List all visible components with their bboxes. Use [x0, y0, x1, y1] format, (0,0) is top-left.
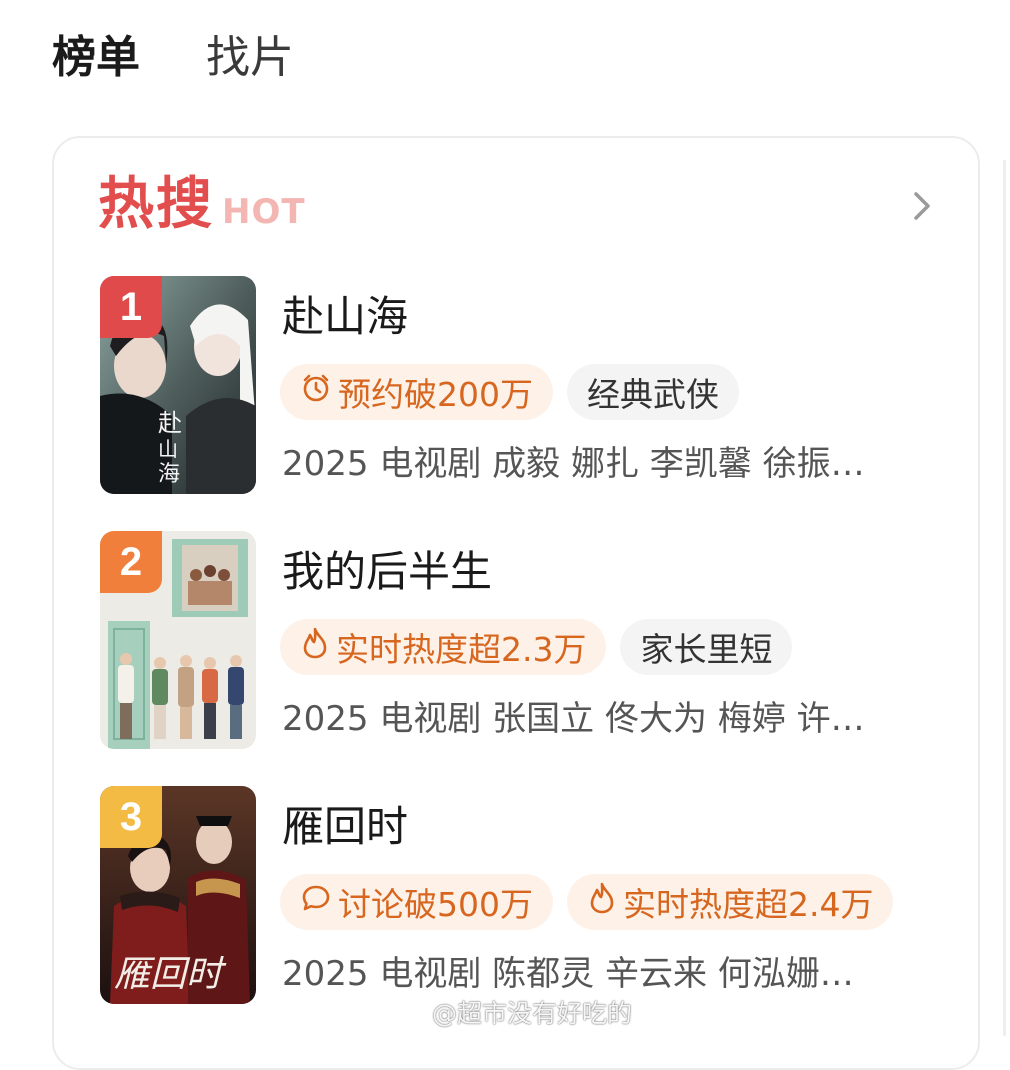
tag-list: 预约破200万 经典武侠: [280, 364, 739, 420]
tab-ranking[interactable]: 榜单: [52, 30, 140, 86]
item-meta: 2025 电视剧 陈都灵 辛云来 何泓姗…: [282, 954, 854, 994]
item-meta: 2025 电视剧 张国立 佟大为 梅婷 许…: [282, 699, 865, 739]
hot-search-card: 热搜 HOT 赴 山 海 1 赴山海 预约破200万 经典武侠 2025 电视剧…: [52, 136, 980, 1070]
tag-genre: 经典武侠: [567, 364, 739, 420]
list-item[interactable]: 雁回时 3 雁回时 讨论破500万 实时热度超2.4万 2025 电视剧 陈都灵…: [100, 786, 930, 1006]
svg-text:山: 山: [158, 437, 178, 461]
section-title-sub: HOT: [222, 192, 306, 232]
tag-text: 实时热度超2.4万: [623, 885, 874, 924]
tag-heat: 实时热度超2.3万: [280, 619, 607, 675]
list-item[interactable]: 生 2 我的后半生 实时热度超2.3万 家长里短 2025 电视剧 张国立 佟大…: [100, 531, 930, 751]
list-item[interactable]: 赴 山 海 1 赴山海 预约破200万 经典武侠 2025 电视剧 成毅 娜扎 …: [100, 276, 930, 496]
tag-reservations: 预约破200万: [280, 364, 553, 420]
section-title: 热搜: [98, 172, 214, 237]
tag-discussion: 讨论破500万: [280, 874, 553, 930]
flame-icon: [300, 627, 336, 667]
tab-find-shows[interactable]: 找片: [206, 30, 294, 86]
svg-text:赴: 赴: [158, 409, 182, 437]
item-title[interactable]: 雁回时: [282, 800, 408, 854]
tag-text: 家长里短: [640, 630, 773, 669]
rank-badge: 3: [100, 786, 162, 848]
rank-badge: 1: [100, 276, 162, 338]
poster-image[interactable]: 生 2: [100, 531, 256, 749]
svg-text:海: 海: [158, 462, 180, 487]
item-title[interactable]: 我的后半生: [282, 545, 492, 599]
alarm-clock-icon: [300, 372, 338, 412]
poster-image[interactable]: 雁回时 3: [100, 786, 256, 1004]
flame-icon: [587, 882, 623, 922]
tag-text: 实时热度超2.3万: [336, 630, 587, 669]
weibo-logo-icon: [398, 997, 428, 1027]
next-card-edge: [1003, 160, 1006, 1036]
tag-text: 经典武侠: [587, 375, 719, 414]
poster-image[interactable]: 赴 山 海 1: [100, 276, 256, 494]
tag-genre: 家长里短: [620, 619, 793, 675]
tag-list: 实时热度超2.3万 家长里短: [280, 619, 793, 675]
watermark: @超市没有好吃的: [398, 994, 632, 1030]
svg-text:雁回时: 雁回时: [114, 954, 227, 995]
item-title[interactable]: 赴山海: [282, 290, 408, 344]
chevron-right-icon[interactable]: [908, 190, 936, 222]
rank-badge: 2: [100, 531, 162, 593]
tag-heat: 实时热度超2.4万: [567, 874, 894, 930]
watermark-text: @超市没有好吃的: [432, 999, 633, 1028]
tag-list: 讨论破500万 实时热度超2.4万: [280, 874, 894, 930]
tag-text: 讨论破500万: [338, 885, 533, 924]
item-meta: 2025 电视剧 成毅 娜扎 李凯馨 徐振…: [282, 444, 865, 484]
chat-bubble-icon: [300, 882, 338, 922]
tag-text: 预约破200万: [338, 375, 533, 414]
card-header: 热搜 HOT: [98, 172, 306, 238]
top-tabs: 榜单 找片: [52, 30, 294, 86]
